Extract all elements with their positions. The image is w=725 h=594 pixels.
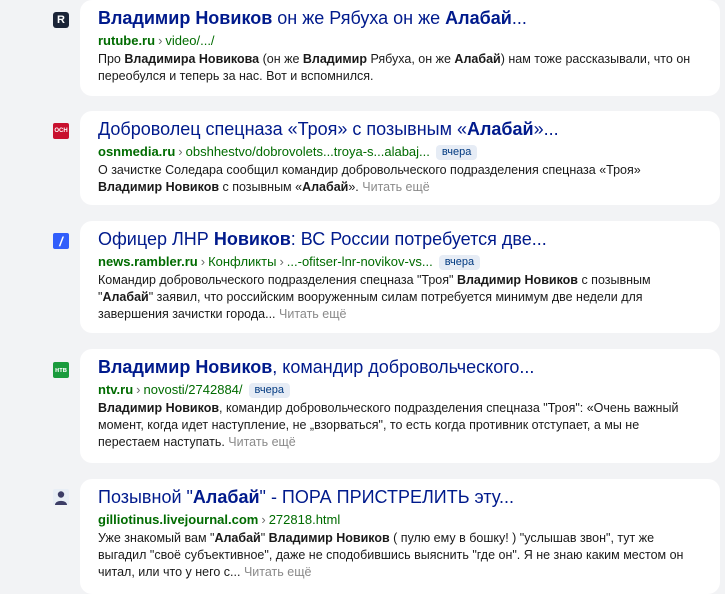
result-url[interactable]: rutube.ru › video/.../	[98, 32, 702, 50]
highlighted-text: Владимир	[302, 52, 367, 66]
result-url[interactable]: gilliotinus.livejournal.com › 272818.html	[98, 511, 702, 529]
result-crumb[interactable]: obshhestvo/dobrovolets...troya-s...alaba…	[186, 144, 430, 159]
user-avatar-icon	[53, 489, 69, 505]
result-host[interactable]: gilliotinus.livejournal.com	[98, 512, 258, 527]
highlighted-text: Алабай	[302, 180, 349, 194]
text-fragment: , командир добровольческого...	[272, 357, 535, 377]
text-fragment: (он же	[259, 52, 303, 66]
text-fragment: " - ПОРА ПРИСТРЕЛИТЬ эту...	[259, 487, 514, 507]
highlighted-text: Владимир Новиков	[98, 401, 220, 415]
result-snippet: Командир добровольческого подразделения …	[98, 272, 702, 323]
result-crumb[interactable]: ...-ofitser-lnr-novikov-vs...	[287, 254, 433, 269]
text-fragment: "	[260, 531, 269, 545]
date-badge: вчера	[435, 145, 478, 160]
text-fragment: ...	[511, 8, 527, 28]
text-fragment: Офицер ЛНР	[98, 229, 214, 249]
read-more-link[interactable]: Читать ещё	[279, 307, 346, 321]
result-snippet: Про Владимира Новикова (он же Владимир Р…	[98, 51, 702, 85]
text-fragment: Позывной "	[98, 487, 193, 507]
result-host[interactable]: rutube.ru	[98, 33, 155, 48]
result-title-link[interactable]: Доброволец спецназа «Троя» с позывным «А…	[98, 118, 702, 140]
text-fragment: с позывным «	[219, 180, 303, 194]
result-title-link[interactable]: Офицер ЛНР Новиков: ВС России потребуетс…	[98, 228, 702, 250]
result-title-link[interactable]: Позывной "Алабай" - ПОРА ПРИСТРЕЛИТЬ эту…	[98, 486, 702, 508]
highlighted-text: Владимир Новиков	[98, 357, 273, 377]
text-fragment: »...	[533, 119, 559, 139]
rutube-icon: R	[53, 12, 69, 28]
highlighted-text: Новиков	[213, 229, 291, 249]
result-url[interactable]: ntv.ru › novosti/2742884/вчера	[98, 381, 702, 399]
text-fragment: Рябуха, он же	[367, 52, 455, 66]
highlighted-text: Владимир Новиков	[268, 531, 390, 545]
result-url[interactable]: news.rambler.ru › Конфликты › ...-ofitser-ln…	[98, 253, 702, 271]
text-fragment: О зачистке Соледара сообщил командир доб…	[98, 163, 641, 177]
read-more-link[interactable]: Читать ещё	[244, 565, 311, 579]
highlighted-text: Алабай	[192, 487, 260, 507]
result-card: Владимир Новиков он же Рябуха он же Алаб…	[80, 0, 720, 96]
highlighted-text: Алабай	[466, 119, 534, 139]
result-card: Владимир Новиков, командир добровольческ…	[80, 349, 720, 463]
highlighted-text: Алабай	[445, 8, 512, 28]
highlighted-text: Алабай	[454, 52, 501, 66]
result-title-link[interactable]: Владимир Новиков, командир добровольческ…	[98, 356, 702, 378]
date-badge: вчера	[438, 255, 481, 270]
text-fragment: " заявил, что российским вооруженным сил…	[98, 290, 643, 321]
result-host[interactable]: ntv.ru	[98, 382, 133, 397]
result-card: Позывной "Алабай" - ПОРА ПРИСТРЕЛИТЬ эту…	[80, 479, 720, 594]
result-crumb[interactable]: Конфликты	[208, 254, 276, 269]
result-host[interactable]: news.rambler.ru	[98, 254, 198, 269]
highlighted-text: Владимир Новиков	[456, 273, 578, 287]
highlighted-text: Владимир Новиков	[98, 8, 273, 28]
date-badge: вчера	[248, 383, 290, 398]
result-snippet: Владимир Новиков, командир добровольческ…	[98, 400, 702, 451]
highlighted-text: Алабай	[214, 531, 261, 545]
result-title-link[interactable]: Владимир Новиков он же Рябуха он же Алаб…	[98, 7, 702, 29]
livejournal-user-icon	[53, 489, 69, 505]
result-crumb[interactable]: video/.../	[165, 33, 214, 48]
result-host[interactable]: osnmedia.ru	[98, 144, 175, 159]
text-fragment: он же Рябуха он же	[272, 8, 446, 28]
read-more-link[interactable]: Читать ещё	[228, 435, 295, 449]
highlighted-text: Алабай	[102, 290, 149, 304]
result-crumb[interactable]: novosti/2742884/	[144, 382, 243, 397]
read-more-link[interactable]: Читать ещё	[362, 180, 429, 194]
result-card: Офицер ЛНР Новиков: ВС России потребуетс…	[80, 221, 720, 333]
result-snippet: Уже знакомый вам "Алабай" Владимир Новик…	[98, 530, 702, 581]
rambler-icon: /	[53, 233, 69, 249]
text-fragment: : ВС России потребуется две...	[290, 229, 547, 249]
text-fragment: Командир добровольческого подразделения …	[98, 273, 457, 287]
text-fragment: Уже знакомый вам "	[98, 531, 215, 545]
highlighted-text: Владимира Новикова	[124, 52, 260, 66]
result-crumb[interactable]: 272818.html	[269, 512, 341, 527]
result-card: Доброволец спецназа «Троя» с позывным «А…	[80, 111, 720, 205]
osn-media-icon: ОСН	[53, 123, 69, 139]
ntv-icon: нтв	[53, 362, 69, 378]
text-fragment: ».	[348, 180, 363, 194]
result-url[interactable]: osnmedia.ru › obshhestvo/dobrovolets...tro…	[98, 143, 702, 161]
highlighted-text: Владимир Новиков	[98, 180, 220, 194]
text-fragment: Про	[98, 52, 125, 66]
text-fragment: Доброволец спецназа «Троя» с позывным «	[98, 119, 467, 139]
result-snippet: О зачистке Соледара сообщил командир доб…	[98, 162, 702, 196]
